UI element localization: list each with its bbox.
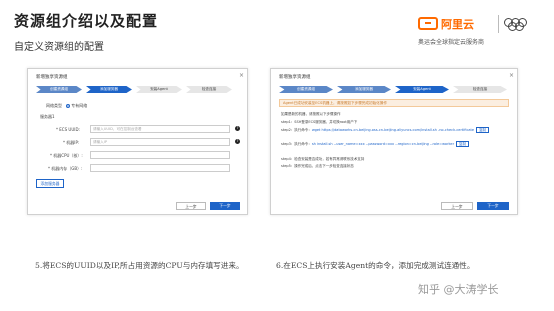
next-button[interactable]: 下一步	[477, 202, 509, 210]
dialog-title: 新增独享资源组	[36, 75, 68, 80]
left-caption: 5.将ECS的UUID以及IP,所占用资源的CPU与内存填写进来。	[35, 261, 244, 270]
step-create-group: 创建资源组	[279, 86, 333, 93]
step-add-server: 添加服务器	[86, 86, 132, 93]
close-icon[interactable]: ×	[239, 72, 244, 79]
network-type-row: 网络类型 专有网络	[46, 103, 87, 109]
machine-cpu-label: * 机器CPU（核）:	[50, 153, 83, 158]
radio-button[interactable]	[66, 104, 71, 108]
machine-cpu-input[interactable]	[90, 151, 230, 159]
instruction-line: step3：执行命令：sh install.sh --user_name=xxx…	[281, 141, 509, 147]
step-add-server: 添加服务器	[337, 86, 391, 93]
wizard-steps: 创建资源组 添加服务器 安装Agent 检查连接	[36, 86, 232, 93]
machine-ip-label: * 机器IP:	[63, 140, 80, 145]
logo-divider	[498, 15, 499, 33]
instruction-line: step5：操作完成后，点击下一步检查连接状态	[281, 164, 354, 168]
dialog-title: 新增独享资源组	[279, 75, 311, 80]
olympic-rings-icon	[504, 18, 534, 32]
slide-subtitle: 自定义资源组的配置	[14, 42, 104, 53]
prev-button[interactable]: 上一步	[441, 202, 473, 210]
machine-memory-input[interactable]	[90, 164, 230, 172]
instructions-heading: 如果是新的机器，请按照以下步骤操作	[281, 112, 341, 116]
step-check-connection: 检查连接	[186, 86, 232, 93]
copy-button[interactable]: 复制	[476, 127, 490, 133]
ecs-uuid-input[interactable]: 请输入UUID，可在控制台查看	[90, 125, 230, 133]
prev-button[interactable]: 上一步	[176, 202, 206, 210]
close-icon[interactable]: ×	[509, 72, 514, 79]
step-check-connection: 检查连接	[453, 86, 507, 93]
command-link[interactable]: wget https://dataworks-cn-beijing.oss-cn…	[312, 128, 474, 132]
agent-info-banner: Agent已成功安装至ECS机器上，请按照如下步骤完成初始化操作	[279, 99, 509, 107]
help-icon[interactable]: ?	[235, 126, 240, 131]
radio-option-vpc: 专有网络	[71, 103, 88, 108]
zhihu-watermark: 知乎 @大涛学长	[418, 283, 499, 296]
aliyun-logo: 阿里云 奥运会全球指定云服务商	[418, 15, 546, 49]
help-icon[interactable]: ?	[235, 139, 240, 144]
slide-title: 资源组介绍以及配置	[14, 12, 159, 30]
logo-brand-text: 阿里云	[441, 17, 474, 31]
right-caption: 6.在ECS上执行安装Agent的命令，添加完成测试连通性。	[276, 261, 475, 270]
step-install-agent: 安装Agent	[395, 86, 449, 93]
add-server-button[interactable]: 添加服务器	[36, 179, 64, 188]
step-install-agent: 安装Agent	[136, 86, 182, 93]
command-link[interactable]: sh install.sh --user_name=xxx --password…	[312, 142, 454, 146]
machine-memory-label: * 机器内存（GB）:	[48, 166, 83, 171]
machine-ip-input[interactable]: 请输入IP	[90, 138, 230, 146]
aliyun-cloud-icon	[418, 17, 438, 30]
wizard-steps: 创建资源组 添加服务器 安装Agent 检查连接	[279, 86, 507, 93]
ecs-uuid-label: * ECS UUID:	[56, 127, 80, 132]
instruction-line: step2：执行命令：wget https://dataworks-cn-bei…	[281, 127, 509, 133]
step-create-group: 创建资源组	[36, 86, 82, 93]
copy-button[interactable]: 复制	[456, 141, 470, 147]
radio-label: 网络类型	[46, 103, 62, 108]
instruction-line: step1：SSH登录ECS服务器，并切换root用户下	[281, 120, 358, 124]
next-button[interactable]: 下一步	[210, 202, 240, 210]
logo-caption: 奥运会全球指定云服务商	[418, 39, 485, 46]
install-agent-dialog-screenshot: 新增独享资源组 × 创建资源组 添加服务器 安装Agent 检查连接 Agent…	[270, 68, 518, 215]
server-section-label: 服务器1	[40, 114, 55, 119]
instruction-line: step4：检查安装是否成功，若有异常请联系技术支持	[281, 157, 365, 161]
add-server-dialog-screenshot: 新增独享资源组 × 创建资源组 添加服务器 安装Agent 检查连接 网络类型 …	[27, 68, 248, 215]
